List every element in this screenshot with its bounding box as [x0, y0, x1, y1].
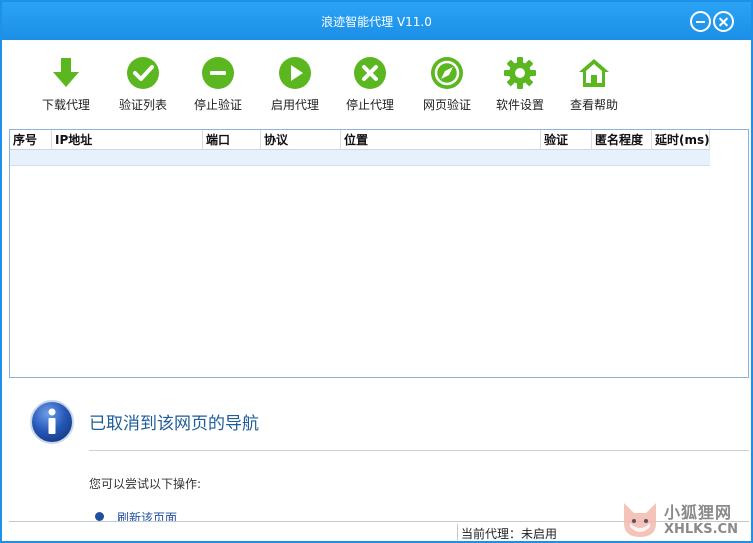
column-header-protocol[interactable]: 协议 — [261, 130, 341, 150]
column-header-port[interactable]: 端口 — [203, 130, 261, 150]
stop-verify-button[interactable]: 停止验证 — [183, 56, 253, 120]
web-verify-label: 网页验证 — [422, 98, 471, 112]
column-header-ip[interactable]: IP地址 — [52, 130, 203, 150]
stop-verify-label: 停止验证 — [193, 98, 242, 112]
watermark-cn: 小狐狸网 — [664, 503, 733, 522]
verify-list-label: 验证列表 — [118, 98, 167, 112]
column-header-latency[interactable]: 延时(ms) — [652, 130, 710, 150]
window-title: 浪迹智能代理 V11.0 — [321, 15, 432, 29]
stop-proxy-button[interactable]: 停止代理 — [335, 56, 405, 120]
table-header: 序号 IP地址 端口 协议 位置 验证 匿名程度 延时(ms) — [10, 130, 710, 150]
check-circle-icon — [127, 57, 159, 89]
stop-proxy-label: 停止代理 — [345, 98, 394, 112]
enable-proxy-label: 启用代理 — [270, 98, 319, 112]
software-settings-label: 软件设置 — [495, 98, 544, 112]
verify-list-button[interactable]: 验证列表 — [108, 56, 178, 120]
web-verify-button[interactable]: 网页验证 — [412, 56, 482, 120]
nav-heading: 已取消到该网页的导航 — [89, 414, 259, 434]
close-circle-icon — [354, 57, 386, 89]
compass-icon — [431, 57, 463, 89]
table-row[interactable] — [10, 150, 710, 166]
close-button[interactable] — [713, 11, 734, 32]
fox-logo-icon — [624, 503, 656, 537]
watermark: 小狐狸网 XHLKS.CN — [618, 497, 752, 541]
column-header-index[interactable]: 序号 — [10, 130, 52, 150]
play-circle-icon — [279, 57, 311, 89]
refresh-page-link[interactable]: 刷新该页面 — [117, 509, 177, 521]
column-header-anonymity[interactable]: 匿名程度 — [592, 130, 652, 150]
nav-divider — [89, 450, 749, 451]
download-arrow-icon — [53, 58, 79, 87]
status-separator — [457, 524, 458, 540]
toolbar: 下载代理 验证列表 停止验证 启用代理 停止代理 网页验证 软件设置 查看帮助 — [2, 40, 751, 128]
software-settings-button[interactable]: 软件设置 — [485, 56, 555, 120]
title-bar: 浪迹智能代理 V11.0 — [2, 2, 751, 40]
info-icon — [30, 400, 74, 444]
minimize-button[interactable] — [690, 11, 711, 32]
proxy-table[interactable]: 序号 IP地址 端口 协议 位置 验证 匿名程度 延时(ms) — [9, 129, 749, 378]
download-proxy-button[interactable]: 下载代理 — [31, 56, 101, 120]
home-icon — [579, 59, 609, 87]
column-header-verify[interactable]: 验证 — [541, 130, 592, 150]
enable-proxy-button[interactable]: 启用代理 — [260, 56, 330, 120]
current-proxy-status: 当前代理：未启用 — [461, 527, 558, 541]
nav-subtext: 您可以尝试以下操作: — [89, 477, 202, 491]
gear-icon — [504, 57, 536, 89]
bullet-icon — [95, 512, 104, 521]
download-proxy-label: 下载代理 — [41, 98, 90, 112]
view-help-label: 查看帮助 — [569, 98, 618, 112]
view-help-button[interactable]: 查看帮助 — [559, 56, 629, 120]
app-window: 浪迹智能代理 V11.0 下载代理 验证列表 停止验证 启用代理 停止代理 网页… — [0, 0, 753, 543]
column-header-location[interactable]: 位置 — [341, 130, 541, 150]
minus-circle-icon — [202, 57, 234, 89]
watermark-en: XHLKS.CN — [664, 522, 738, 537]
